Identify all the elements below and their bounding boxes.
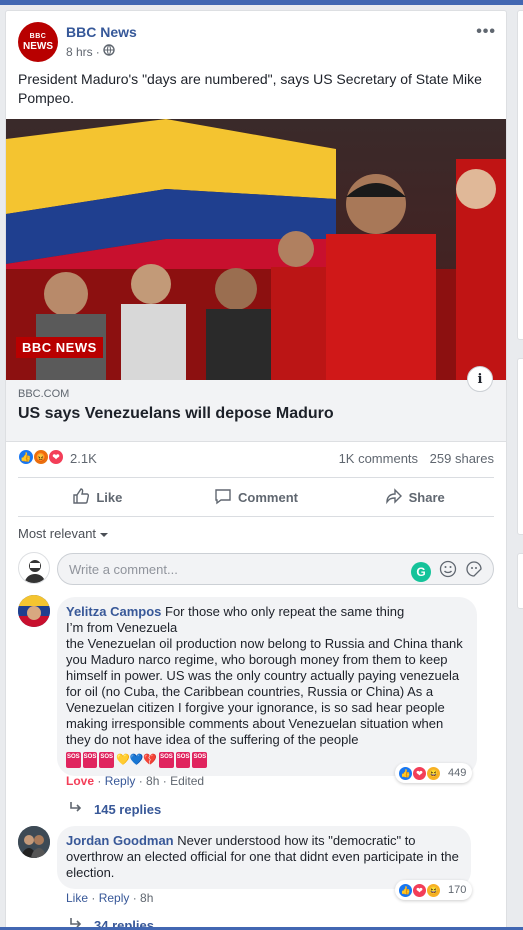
reaction-count[interactable]: 2.1K: [70, 451, 97, 466]
avatar-text-top: BBC: [29, 32, 47, 40]
page-avatar[interactable]: BBC NEWS: [18, 22, 58, 62]
post-action-bar: Like Comment Share: [18, 477, 494, 517]
meta-separator: ·: [95, 44, 100, 59]
like-label: Like: [96, 489, 123, 505]
comment-reactions[interactable]: 👍 ❤ 😆 449: [395, 763, 473, 783]
like-reaction-icon: 👍: [398, 765, 413, 781]
love-reaction-icon: ❤: [412, 765, 427, 781]
sos-emoji: SOS: [192, 752, 208, 768]
commenter-avatar[interactable]: [18, 826, 50, 858]
commenter-avatar[interactable]: [18, 595, 50, 627]
like-reaction-icon: 👍: [18, 449, 34, 465]
share-button[interactable]: Share: [335, 478, 494, 516]
like-reaction-icon: 👍: [398, 882, 413, 898]
comment-reaction-count: 170: [448, 884, 467, 896]
reaction-icons[interactable]: 👍 😡 ❤: [18, 449, 64, 465]
post-card: BBC NEWS BBC News 8 hrs · ••• President …: [5, 10, 507, 930]
comment-time[interactable]: 8h: [146, 774, 159, 788]
comment-text-first: For those who only repeat the same thing: [165, 604, 405, 619]
post-meta: 8 hrs ·: [66, 44, 115, 59]
bbc-news-watermark: BBC NEWS: [16, 337, 103, 358]
thumbs-up-icon: [72, 487, 90, 508]
comments-count[interactable]: 1K comments: [339, 451, 418, 466]
comment-author-link[interactable]: Jordan Goodman: [66, 833, 174, 848]
love-reaction-button[interactable]: Love: [66, 774, 94, 788]
comment-button[interactable]: Comment: [177, 478, 336, 516]
share-icon: [385, 487, 403, 508]
comment-time[interactable]: 8h: [140, 891, 153, 905]
right-column-card: [517, 10, 523, 340]
emoji-icon[interactable]: [439, 560, 457, 583]
page-name-link[interactable]: BBC News: [66, 24, 137, 40]
haha-reaction-icon: 😆: [426, 765, 441, 781]
sort-label: Most relevant: [18, 526, 97, 541]
info-icon[interactable]: i: [467, 366, 493, 392]
avatar-text-bottom: NEWS: [23, 40, 53, 52]
caret-down-icon: [100, 526, 109, 541]
sos-emoji: SOS: [66, 752, 81, 768]
edited-label[interactable]: Edited: [170, 774, 204, 788]
like-button[interactable]: Like: [18, 478, 177, 516]
sticker-icon[interactable]: [465, 560, 483, 583]
reply-button[interactable]: Reply: [99, 891, 130, 905]
comment-sort-dropdown[interactable]: Most relevant: [18, 526, 109, 541]
view-replies-link[interactable]: 145 replies: [68, 801, 161, 818]
comment-composer: G: [57, 553, 494, 585]
comment-input[interactable]: [58, 554, 398, 584]
comment-label: Comment: [238, 489, 298, 505]
sos-emoji: SOS: [159, 752, 174, 768]
replies-count: 145 replies: [94, 802, 162, 817]
current-user-avatar[interactable]: [18, 552, 50, 584]
globe-icon: [102, 44, 115, 59]
right-column-card: [517, 553, 523, 609]
link-domain: BBC.COM: [18, 388, 70, 400]
comment-author-link[interactable]: Yelitza Campos: [66, 604, 161, 619]
link-preview[interactable]: BBC.COM US says Venezuelans will depose …: [6, 366, 506, 442]
sos-emoji: SOS: [99, 752, 115, 768]
hearts-emoji: 💛💙💔: [116, 754, 158, 766]
comment-icon: [214, 487, 232, 508]
share-label: Share: [408, 489, 445, 505]
link-title[interactable]: US says Venezuelans will depose Maduro: [18, 405, 334, 423]
angry-reaction-icon: 😡: [33, 449, 49, 465]
shares-count[interactable]: 259 shares: [430, 451, 494, 466]
reply-button[interactable]: Reply: [105, 774, 136, 788]
haha-reaction-icon: 😆: [426, 882, 441, 898]
engagement-counts: 1K comments 259 shares: [331, 451, 494, 466]
reply-arrow-icon: [68, 801, 84, 818]
comment-actions: Love · Reply · 8h · Edited: [66, 774, 205, 788]
post-timestamp[interactable]: 8 hrs: [66, 45, 93, 59]
reaction-summary: 👍 😡 ❤ 2.1K 1K comments 259 shares: [18, 449, 494, 469]
comment-text: I’m from Venezuela the Venezuelan oil pr…: [66, 620, 463, 747]
post-text: President Maduro's "days are numbered", …: [18, 71, 482, 106]
post-photo[interactable]: BBC NEWS: [6, 119, 506, 380]
post-options-button[interactable]: •••: [476, 23, 496, 41]
comment-actions: Like · Reply · 8h: [66, 891, 154, 905]
comment-bubble: Yelitza Campos For those who only repeat…: [57, 597, 477, 776]
top-nav-bar: [0, 0, 523, 5]
sos-emoji: SOS: [82, 752, 98, 768]
grammarly-icon[interactable]: G: [411, 561, 431, 582]
right-column-card: [517, 358, 523, 535]
comment-reaction-count: 449: [448, 767, 467, 779]
composer-icons: G: [411, 560, 483, 583]
sos-emoji: SOS: [175, 752, 191, 768]
comment-reactions[interactable]: 👍 ❤ 😆 170: [395, 880, 473, 900]
like-comment-button[interactable]: Like: [66, 891, 88, 905]
love-reaction-icon: ❤: [48, 449, 64, 465]
love-reaction-icon: ❤: [412, 882, 427, 898]
